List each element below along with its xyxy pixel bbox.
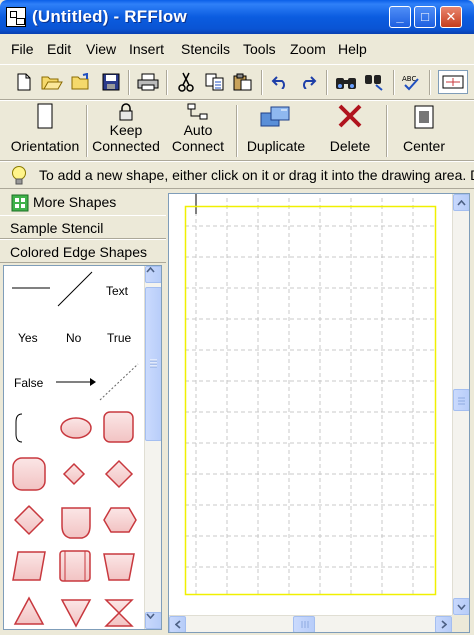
canvas-horizontal-scrollbar[interactable] [169,615,452,632]
shape-yes-label[interactable]: Yes [18,331,38,345]
canvas-scroll-down-button[interactable] [453,598,469,615]
stencil-tab-colored-edge[interactable]: Colored Edge Shapes [0,239,166,263]
paste-icon[interactable] [231,70,255,94]
menu-view[interactable]: View [86,41,116,57]
orientation-icon [8,103,82,129]
shape-triangle-up[interactable] [13,596,45,625]
delete-button[interactable]: Delete [318,103,382,159]
menu-insert[interactable]: Insert [129,41,164,57]
lock-icon [88,103,164,121]
shape-trapezoid[interactable] [103,553,135,581]
find-binoculars-icon[interactable] [334,70,358,94]
palette-scroll-up-button[interactable] [145,266,161,283]
palette-scroll-thumb[interactable] [145,287,161,441]
menu-bar: File Edit View Insert Stencils Tools Zoo… [0,34,474,64]
shape-shield[interactable] [61,507,91,539]
stencil-panel: More Shapes Sample Stencil Colored Edge … [0,189,166,635]
shape-no-label[interactable]: No [66,331,82,345]
replace-icon[interactable] [363,70,387,94]
shape-ellipse[interactable] [60,417,92,439]
duplicate-button[interactable]: Duplicate [240,103,312,159]
shape-rounded-square-large[interactable] [12,457,46,491]
shape-arrow[interactable] [56,378,96,386]
menu-stencils[interactable]: Stencils [181,41,230,57]
shape-hourglass[interactable] [104,599,134,627]
menu-help[interactable]: Help [338,41,367,57]
more-shapes-label: More Shapes [33,194,117,210]
shape-bracket[interactable] [15,413,23,443]
shape-palette: Text Yes No True False [3,265,162,630]
minimize-button[interactable]: _ [389,6,411,28]
canvas-scroll-left-button[interactable] [169,616,186,632]
lightbulb-icon [10,165,28,188]
menu-zoom[interactable]: Zoom [290,41,326,57]
delete-x-icon [318,103,382,129]
new-file-icon[interactable] [12,70,36,94]
shape-true-label[interactable]: True [107,331,132,345]
stencil-tab-sample[interactable]: Sample Stencil [0,215,166,239]
title-bar: (Untitled) - RFFlow _ □ ✕ [0,0,474,34]
canvas-vscroll-thumb[interactable] [453,389,469,411]
redo-icon[interactable] [296,70,320,94]
scrollbar-corner [452,615,469,632]
open-stencil-icon[interactable] [70,70,94,94]
shape-parallelogram[interactable] [12,551,46,581]
menu-edit[interactable]: Edit [47,41,71,57]
shape-rounded-square[interactable] [103,411,134,443]
auto-connect-icon [164,103,232,121]
shape-diamond-rounded[interactable] [14,505,44,535]
shape-toolbar: Orientation Keep Connected Auto Connect … [0,100,474,161]
shape-diamond-small[interactable] [62,462,86,486]
standard-toolbar: ABC [0,64,474,100]
center-button[interactable]: Center [392,103,456,159]
auto-connect-button[interactable]: Auto Connect [164,103,232,159]
shape-process-box[interactable] [59,550,91,582]
keep-connected-button[interactable]: Keep Connected [88,103,164,159]
close-button[interactable]: ✕ [440,6,462,28]
more-shapes-button[interactable]: More Shapes [0,190,166,214]
save-disk-icon[interactable] [99,70,123,94]
cut-icon[interactable] [174,70,198,94]
canvas-scroll-up-button[interactable] [453,194,469,211]
hint-text: To add a new shape, either click on it o… [39,167,474,183]
canvas-hscroll-thumb[interactable] [293,616,315,632]
shape-dashed-line[interactable] [99,363,139,401]
window-title: (Untitled) - RFFlow [32,7,187,26]
canvas-vertical-scrollbar[interactable] [452,194,469,615]
shape-diagonal-line[interactable] [57,271,93,307]
shape-triangle-down[interactable] [60,599,92,628]
duplicate-icon [240,103,312,129]
canvas-scroll-right-button[interactable] [435,616,452,632]
maximize-button[interactable]: □ [414,6,436,28]
open-folder-icon[interactable] [40,70,64,94]
menu-file[interactable]: File [11,41,34,57]
drawing-canvas[interactable] [168,193,470,633]
menu-tools[interactable]: Tools [243,41,276,57]
spell-check-icon[interactable]: ABC [400,70,424,94]
print-icon[interactable] [136,70,160,94]
shape-false-label[interactable]: False [14,376,44,390]
page-layout-icon[interactable] [438,70,468,94]
shape-diamond[interactable] [104,459,134,489]
shape-hexagon[interactable] [103,507,137,533]
palette-scroll-down-button[interactable] [145,612,161,629]
copy-icon[interactable] [203,70,227,94]
center-icon [392,103,456,129]
more-shapes-icon [11,194,29,215]
drawing-area [166,189,474,635]
hint-bar: To add a new shape, either click on it o… [0,161,474,189]
shape-text[interactable]: Text [106,284,129,298]
rfflow-app-icon[interactable] [6,7,26,27]
undo-icon[interactable] [268,70,292,94]
orientation-button[interactable]: Orientation [8,103,82,159]
palette-vertical-scrollbar[interactable] [144,266,161,629]
